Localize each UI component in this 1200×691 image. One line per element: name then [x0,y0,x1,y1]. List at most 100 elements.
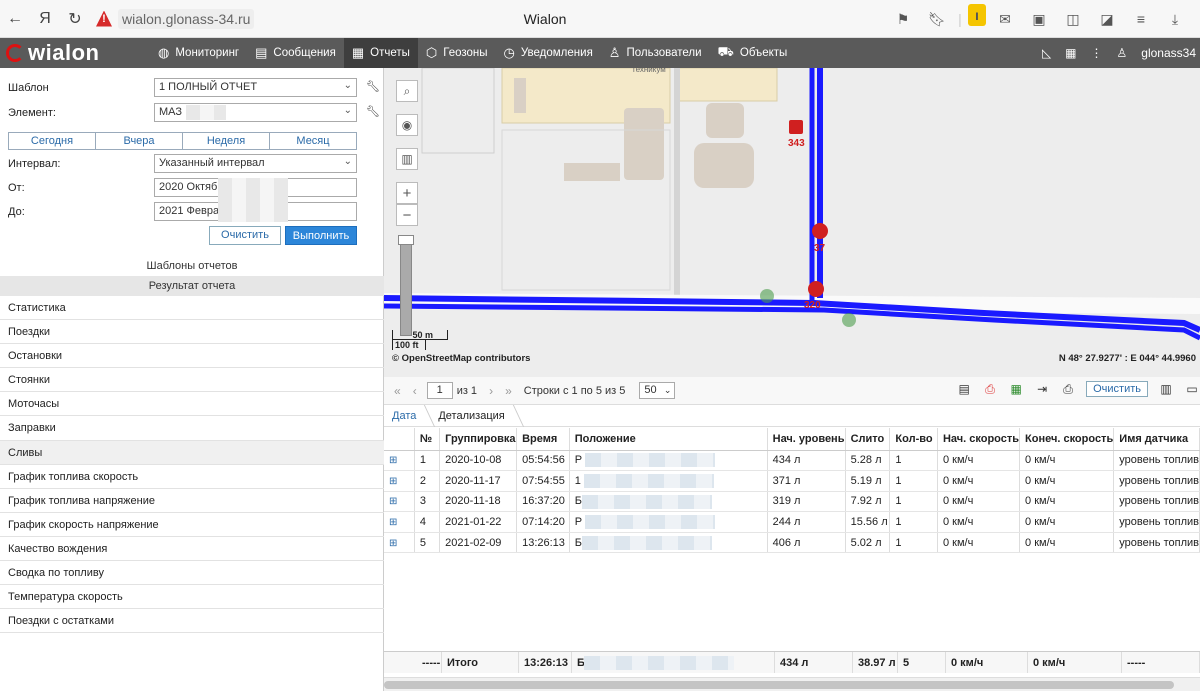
first-page-icon[interactable]: « [388,384,407,398]
col-start-speed[interactable]: Нач. скорость [937,428,1021,451]
menu-icon[interactable]: ≡ [1126,4,1156,34]
col-sensor[interactable]: Имя датчика [1113,428,1200,451]
report-item[interactable]: Температура скорость [0,585,384,610]
map-toggle-icon[interactable]: ▥ [1158,380,1174,398]
bookmark-icon[interactable]: 🔖︎ [922,4,952,34]
nav-notifications[interactable]: ◷ Уведомления [496,38,601,68]
apps-grid-icon[interactable]: ▦ [1065,46,1076,60]
nav-users[interactable]: ♙ Пользователи [601,38,710,68]
reload-icon[interactable]: ↻ [60,4,90,34]
warning-icon[interactable]: ! [96,10,112,27]
last-page-icon[interactable]: » [499,384,518,398]
tab-month[interactable]: Месяц [270,133,356,149]
map-view[interactable]: техникум 343 37 320 ⌕ ◉ ▥ + − 50 m 100 f… [384,68,1200,377]
col-start-level[interactable]: Нач. уровень [767,428,846,451]
cell-position[interactable]: Р [569,450,768,472]
report-item[interactable]: Заправки [0,416,384,441]
cell-position[interactable]: Р [569,511,768,533]
cell-sensor[interactable]: уровень топлив [1113,450,1200,472]
cell-sensor[interactable]: уровень топлив [1113,491,1200,513]
report-item-selected[interactable]: Сливы [0,440,384,465]
tab-week[interactable]: Неделя [183,133,270,149]
cell-sensor[interactable]: уровень топлив [1113,532,1200,554]
expand-row-icon[interactable]: ⊞ [384,511,415,533]
import-icon[interactable]: ⇥ [1034,380,1050,398]
cell-time[interactable]: 07:14:20 [516,511,570,533]
mail-icon[interactable]: ✉ [990,4,1020,34]
nav-geofences[interactable]: ⬡ Геозоны [418,38,496,68]
expand-row-icon[interactable]: ⊞ [384,532,415,554]
nav-monitoring[interactable]: ◍ Мониторинг [150,38,247,68]
wrench-icon[interactable]: 🔧︎ [366,105,380,118]
horizontal-scrollbar[interactable] [384,677,1200,691]
print-icon[interactable]: ⎙ [1060,380,1076,398]
shield-check-icon[interactable]: ◪ [1092,4,1122,34]
col-drained[interactable]: Слито [845,428,891,451]
table-row[interactable]: ⊞ 5 2021-02-09 13:26:13 Б 57/3 406 л 5.0… [384,532,1200,554]
table-row[interactable]: ⊞ 2 2020-11-17 07:54:55 1 371 л 5.19 л 1… [384,470,1200,492]
nav-reports[interactable]: ▦ Отчеты [343,38,418,68]
element-select[interactable]: МАЗ ⌄ [154,103,357,122]
wialon-logo[interactable]: wialon [0,38,150,68]
report-item[interactable]: Стоянки [0,368,384,393]
scrollbar-thumb[interactable] [384,681,1174,689]
report-item[interactable]: Моточасы [0,392,384,417]
user-profile-icon[interactable]: ♙ [1117,46,1128,60]
tab-today[interactable]: Сегодня [9,133,96,149]
briefcase-icon[interactable]: ▣ [1024,4,1054,34]
yandex-icon[interactable]: Я [30,4,60,34]
chat-icon[interactable]: ◫ [1058,4,1088,34]
report-item[interactable]: Сводка по топливу [0,561,384,586]
col-count[interactable]: Кол-во [889,428,938,451]
address-bar[interactable]: ! wialon.glonass-34.ru [96,8,255,29]
page-input[interactable]: 1 [426,382,453,399]
cell-time[interactable]: 16:37:20 [516,491,570,513]
expand-row-icon[interactable]: ⊞ [384,470,415,492]
nav-units[interactable]: ⛟ Объекты [710,38,796,68]
report-item[interactable]: Поездки с остатками [0,609,384,634]
more-vertical-icon[interactable]: ⋮ [1091,46,1103,60]
cell-position[interactable]: Б 57/3 [569,532,768,554]
col-position[interactable]: Положение [569,428,768,451]
nav-messages[interactable]: ▤ Сообщения [247,38,344,68]
col-time[interactable]: Время [516,428,570,451]
ruler-icon[interactable]: ◺ [1042,46,1051,60]
excel-export-icon[interactable]: ▦ [1008,380,1024,398]
cell-time[interactable]: 13:26:13 [516,532,570,554]
clear-button[interactable]: Очистить [209,226,281,245]
zoom-slider[interactable] [398,235,414,336]
report-item[interactable]: График топлива напряжение [0,489,384,513]
cell-sensor[interactable]: уровень топлив [1113,470,1200,492]
col-end-speed[interactable]: Конеч. скорость [1019,428,1115,451]
table-row[interactable]: ⊞ 3 2020-11-18 16:37:20 Б Ж 319 л 7.92 л… [384,491,1200,513]
cell-position[interactable]: Б Ж [569,491,768,513]
prev-page-icon[interactable]: ‹ [407,384,423,398]
expand-row-icon[interactable]: ⊞ [384,450,415,472]
tab-yesterday[interactable]: Вчера [96,133,183,149]
table-row[interactable]: ⊞ 1 2020-10-08 05:54:56 Р 434 л 5.28 л 1… [384,450,1200,472]
report-item[interactable]: Поездки [0,320,384,345]
zoom-out-icon[interactable]: − [396,204,418,226]
clear-results-button[interactable]: Очистить [1086,381,1148,397]
report-item[interactable]: График скорость напряжение [0,513,384,537]
template-select[interactable]: 1 ПОЛНЫЙ ОТЧЕТ ⌄ [154,78,357,97]
map-layers-icon[interactable]: ▥ [396,148,418,170]
report-item[interactable]: График топлива скорость [0,465,384,489]
cell-time[interactable]: 05:54:56 [516,450,570,472]
eye-icon[interactable]: ◉ [396,114,418,136]
html-export-icon[interactable]: ▤ [956,380,972,398]
interval-select[interactable]: Указанный интервал ⌄ [154,154,357,173]
zoom-in-icon[interactable]: + [396,182,418,204]
search-icon[interactable]: ⌕ [396,80,418,102]
yandex-extension-icon[interactable]: ı [968,4,986,26]
zoom-slider-handle[interactable] [398,235,414,245]
pdf-export-icon[interactable]: ⎙ [982,380,998,398]
translate-icon[interactable]: ⚑ [888,4,918,34]
rows-per-page-select[interactable]: 50 ⌄ [639,382,676,399]
cell-time[interactable]: 07:54:55 [516,470,570,492]
report-item[interactable]: Остановки [0,344,384,369]
run-button[interactable]: Выполнить [285,226,357,245]
cell-sensor[interactable]: уровень топлив [1113,511,1200,533]
url-text[interactable]: wialon.glonass-34.ru [118,8,255,29]
col-number[interactable]: № [414,428,441,451]
